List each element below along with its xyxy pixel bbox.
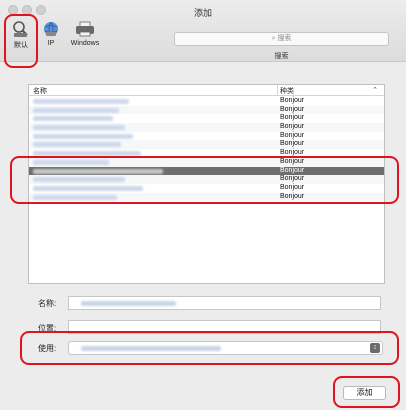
toolbar: 添加 默认 IP Windows ⌕ 搜索 搜索 [0, 0, 406, 62]
table-row-selected[interactable]: Bonjour [29, 166, 384, 176]
select-stepper-icon: ↕ [370, 343, 380, 353]
table-row[interactable]: Bonjour [29, 114, 384, 123]
search-caption: 搜索 [274, 53, 289, 60]
printer-kind: Bonjour [280, 175, 305, 183]
name-field-value-redacted [81, 301, 176, 306]
column-header-kind[interactable]: 种类 [280, 86, 294, 96]
use-field-label: 使用: [38, 344, 57, 353]
ip-globe-icon [44, 21, 58, 37]
driver-select-value-redacted [81, 346, 221, 351]
table-row[interactable]: Bonjour [29, 192, 384, 202]
printer-name-redacted [33, 194, 117, 200]
table-body: Bonjour Bonjour Bonjour Bonjour Bonjour Bonjo… [29, 97, 384, 202]
default-printer-icon [13, 21, 28, 37]
name-field-label: 名称: [38, 299, 57, 308]
name-field[interactable] [68, 296, 381, 310]
column-header-name[interactable]: 名称 [33, 86, 47, 96]
printer-kind: Bonjour [280, 105, 305, 113]
add-button[interactable]: 添加 [343, 386, 386, 400]
table-header: 名称 种类 ⌃ [29, 85, 384, 96]
toolbar-ip-tab[interactable]: IP [40, 20, 62, 60]
printer-kind: Bonjour [280, 114, 305, 122]
location-field-label: 位置: [38, 324, 57, 333]
toolbar-ip-label: IP [47, 40, 55, 47]
printer-kind: Bonjour [280, 140, 305, 148]
printer-name-redacted [33, 107, 119, 113]
search-input[interactable]: ⌕ 搜索 [174, 32, 389, 46]
toolbar-windows-tab[interactable]: Windows [66, 20, 104, 60]
printer-list[interactable]: 名称 种类 ⌃ Bonjour Bonjour Bonjour Bonjour Bonj… [28, 84, 385, 284]
driver-select[interactable]: ↕ [68, 341, 383, 355]
printer-kind: Bonjour [280, 192, 305, 200]
windows-printer-icon [76, 21, 94, 37]
location-field[interactable] [68, 320, 381, 334]
search-placeholder: 搜索 [277, 35, 292, 42]
printer-kind: Bonjour [280, 131, 305, 139]
table-row[interactable]: Bonjour [29, 184, 384, 193]
printer-name-redacted [33, 151, 141, 157]
content-panel: 名称 种类 ⌃ Bonjour Bonjour Bonjour Bonjour Bonj… [20, 76, 393, 373]
table-row[interactable]: Bonjour [29, 105, 384, 115]
sort-chevron-up-icon: ⌃ [372, 87, 378, 94]
printer-kind: Bonjour [280, 149, 305, 157]
printer-name-redacted [33, 142, 121, 148]
printer-kind: Bonjour [280, 166, 305, 174]
printer-name-redacted [33, 116, 113, 122]
add-printer-window: 添加 默认 IP Windows ⌕ 搜索 搜索 名称 种类 ⌃ Bonjour… [0, 0, 406, 410]
window-title: 添加 [193, 8, 212, 18]
printer-name-redacted [33, 99, 129, 104]
column-divider [277, 85, 278, 96]
printer-name-redacted [33, 177, 125, 183]
printer-name-redacted [33, 185, 143, 191]
table-row[interactable]: Bonjour [29, 157, 384, 167]
printer-name-redacted [33, 159, 109, 165]
table-row[interactable]: Bonjour [29, 175, 384, 184]
toolbar-windows-label: Windows [70, 40, 100, 47]
table-row[interactable]: Bonjour [29, 123, 384, 132]
printer-name-redacted [33, 168, 163, 174]
toolbar-default-tab[interactable]: 默认 [10, 20, 32, 60]
table-row[interactable]: Bonjour [29, 140, 384, 150]
printer-name-redacted [33, 133, 133, 139]
toolbar-default-label: 默认 [14, 42, 28, 49]
search-icon: ⌕ [271, 35, 276, 42]
table-row[interactable]: Bonjour [29, 132, 384, 141]
printer-name-redacted [33, 125, 125, 131]
table-row[interactable]: Bonjour [29, 149, 384, 158]
table-row[interactable]: Bonjour [29, 97, 384, 106]
printer-kind: Bonjour [280, 123, 305, 131]
printer-kind: Bonjour [280, 183, 305, 191]
printer-kind: Bonjour [280, 97, 305, 104]
printer-kind: Bonjour [280, 157, 305, 165]
